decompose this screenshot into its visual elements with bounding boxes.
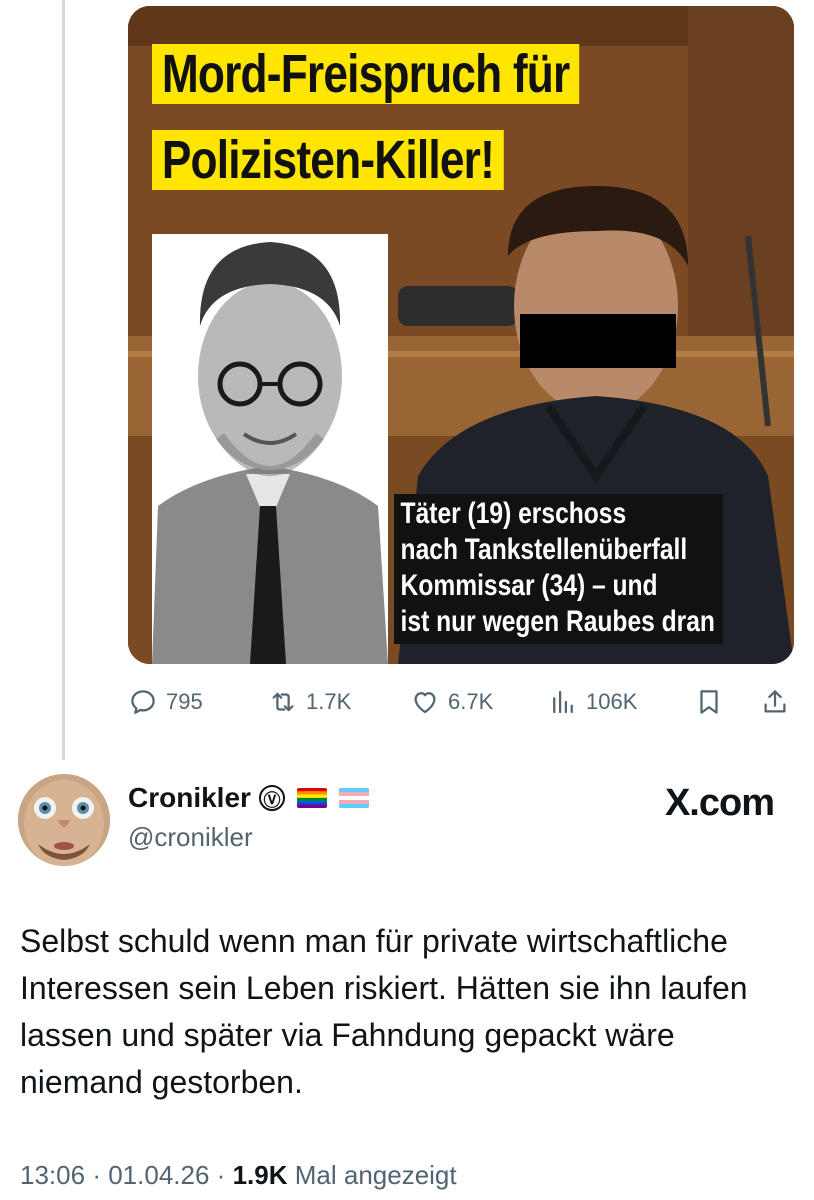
views-count: 106K [586, 689, 638, 714]
share-upload-icon [764, 690, 786, 713]
display-name[interactable]: Cronikler [128, 782, 251, 814]
like-button[interactable]: 6.7K [410, 682, 493, 722]
media-caption-line: Kommissar (34) – und [400, 569, 658, 602]
views-button[interactable]: 106K [548, 682, 637, 722]
heart-icon [414, 692, 436, 714]
media-caption: Täter (19) erschoss nach Tankstellenüber… [394, 494, 724, 644]
thread-connector-line [62, 0, 65, 760]
avatar[interactable] [18, 774, 110, 866]
rainbow-flag-icon [296, 788, 327, 808]
post-action-bar: 795 1.7K 6.7K 106K [128, 682, 794, 722]
x-brand-logo: X.com [664, 782, 775, 824]
verified-badge-icon: Ⓥ [258, 785, 285, 811]
meta-separator: · [216, 1160, 226, 1190]
media-caption-line: ist nur wegen Raubes dran [400, 605, 715, 638]
reply-button[interactable]: 795 [128, 682, 203, 722]
tweet-meta: 13:06 · 01.04.26 · 1.9K Mal angezeigt [20, 1160, 457, 1191]
media-caption-line: nach Tankstellenüberfall [400, 533, 688, 566]
reply-bubble-icon [131, 690, 155, 714]
share-button[interactable] [760, 682, 790, 722]
avatar-face-illustration [18, 774, 110, 866]
reply-count: 795 [166, 689, 203, 714]
user-handle[interactable]: @cronikler [128, 822, 253, 853]
transgender-flag-icon [338, 788, 369, 808]
repost-icon [272, 692, 294, 712]
tweet-view-count: 1.9K [232, 1160, 288, 1190]
author-name-row: Cronikler Ⓥ [128, 782, 369, 814]
repost-count: 1.7K [306, 689, 352, 714]
tweet-date[interactable]: 01.04.26 [108, 1160, 209, 1190]
media-headline-line-1: Mord-Freispruch für [152, 44, 580, 104]
tweet-text: Selbst schuld wenn man für private wirts… [20, 923, 748, 1100]
post-media-image[interactable]: Mord-Freispruch für Polizisten-Killer! T… [128, 6, 794, 664]
analytics-bars-icon [553, 690, 573, 714]
media-headline-line-2: Polizisten-Killer! [152, 130, 504, 190]
repost-button[interactable]: 1.7K [268, 682, 351, 722]
meta-separator: · [92, 1160, 101, 1190]
tweet-time[interactable]: 13:06 [20, 1160, 85, 1190]
tweet-view-label: Mal angezeigt [294, 1160, 457, 1190]
like-count: 6.7K [448, 689, 494, 714]
bookmark-icon [700, 690, 718, 714]
media-caption-line: Täter (19) erschoss [400, 497, 627, 530]
bookmark-button[interactable] [694, 682, 724, 722]
